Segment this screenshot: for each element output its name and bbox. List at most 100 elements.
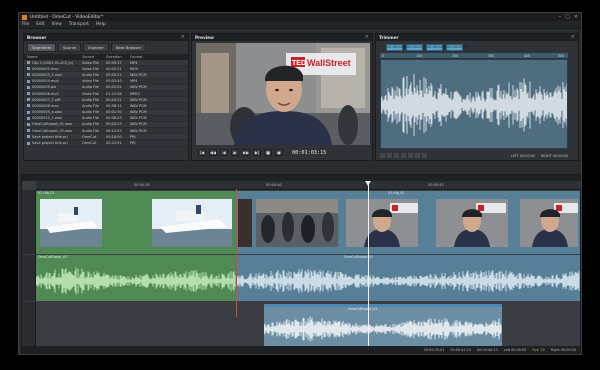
timeline-ruler-label: 00:00:45 [428,183,444,187]
play-button[interactable]: ▶ [231,149,239,156]
audio-waveform [36,267,236,295]
preview-image: TED WallStreet [196,43,370,145]
audio-clip-label: OmeCutExport_03 [348,307,378,311]
trimmer-timecodes: 00:00:01:21 00:00:01:16 00:00:04:09 00:0… [380,43,568,59]
file-source: OmeCut [82,134,97,139]
col-source[interactable]: Source [82,55,106,59]
file-icon [27,67,30,71]
col-name[interactable]: Name [27,55,82,59]
col-duration[interactable]: Duration [106,55,130,59]
file-duration: 00:03:43 [106,79,122,84]
trim-tool-icon[interactable] [394,153,399,158]
file-format: WAV PCM [130,116,147,121]
trimmer-controls: LEFT 00:00:00 RIGHT 00:00:00 [380,152,568,159]
audio-track-2-header[interactable] [22,302,36,348]
file-source: Video File [82,60,99,65]
trim-total-timecode[interactable]: 00:00:05:02 [446,44,468,51]
trim-tool-icon[interactable] [387,153,392,158]
preview-title: Preview [195,35,214,40]
trim-duration-timecode[interactable]: 00:00:01:16 [406,44,428,51]
file-source: Audio File [82,116,99,121]
trimmer-waveform[interactable] [380,59,568,149]
file-name: OmeCutExport_02.wav [27,129,82,133]
timeline[interactable]: 00:00:35 00:00:40 00:00:45 V1 clip_01 V1… [21,174,581,354]
ship-thumbnail-image [40,199,102,247]
status-fps-badge: Fps: 25 [532,347,545,352]
trimmer-ruler[interactable]: 0 100 200 300 400 500 [380,53,568,58]
stop-button[interactable]: ■ [264,149,272,156]
video-clip-blue[interactable]: V1 clip_02 [236,191,580,254]
trim-in-timecode[interactable]: 00:00:01:21 [386,44,408,51]
timeline-ruler[interactable]: 00:00:35 00:00:40 00:00:45 [36,181,581,190]
menu-transport[interactable]: Transport [69,22,89,27]
menu-edit[interactable]: Edit [36,22,44,27]
video-track-header[interactable] [22,190,36,254]
speaker-thumbnail-image [346,199,418,247]
step-back-button[interactable]: ◀ [220,149,228,156]
file-source: OmeCut [82,141,97,146]
menu-file[interactable]: File [22,22,29,27]
close-icon[interactable]: × [571,34,575,40]
status-in: 00:00:35:01 [423,347,445,352]
audio-clip-secondary[interactable]: OmeCutExport_03 [264,304,502,346]
menu-view[interactable]: View [52,22,62,27]
clip-thumbnail [256,199,338,247]
file-format: MPEG [130,91,141,96]
file-name: 00000009_a.wav [27,110,82,114]
fast-forward-button[interactable]: ▶▶ [242,149,250,156]
timeline-ruler-label: 00:00:40 [266,183,282,187]
go-to-end-button[interactable]: ▶| [253,149,261,156]
audio-waveform [264,316,502,342]
status-right: Right 00:00:00 [550,347,576,352]
tab-segments[interactable]: Segments [27,43,57,52]
speaker-thumbnail-image [520,199,578,247]
audio-waveform [236,269,580,293]
trim-tool-icon[interactable] [401,153,406,158]
trim-tool-icon[interactable] [422,153,427,158]
close-icon[interactable]: × [181,34,185,40]
rewind-button[interactable]: ◀◀ [209,149,217,156]
trimmer-right-status: RIGHT 00:00:00 [541,153,568,158]
ruler-tick: 100 [416,53,423,58]
video-clip-green[interactable]: V1 clip_01 [36,191,236,254]
trim-tool-icon[interactable] [380,153,385,158]
crowd-thumbnail-image [256,199,338,247]
preview-video-frame[interactable]: TED WallStreet [196,43,370,145]
browser-title: Browser [27,35,47,40]
trimmer-panel: Trimmer × 00:00:01:21 00:00:01:16 00:00:… [375,33,579,161]
trim-out-timecode[interactable]: 00:00:04:09 [426,44,448,51]
playhead[interactable] [368,181,369,348]
tab-beat-browser[interactable]: Beat Browser [110,43,147,52]
file-row[interactable]: Save project title.prj OmeCut 00:20:51 PRJ [24,140,188,147]
file-format: WAV PCM [130,122,147,127]
go-to-start-button[interactable]: |◀ [198,149,206,156]
status-duration: 00:00:40:23 [476,347,498,352]
trim-tool-icon[interactable] [415,153,420,158]
tab-explorer[interactable]: Explorer [83,43,109,52]
cut-marker[interactable] [236,189,237,317]
audio-clip-blue[interactable]: OmeCutExport_02 [236,255,580,301]
audio-track-header[interactable] [22,255,36,301]
menu-help[interactable]: Help [96,22,106,27]
trim-tool-icon[interactable] [408,153,413,158]
file-icon [27,85,30,89]
file-name: 00000002.mov [27,67,82,71]
file-duration: 00:08:11 [106,103,122,108]
video-clip-label: V1 clip_02 [388,191,405,195]
file-name-text: 00000003_1.wav [32,72,62,77]
audio-clip-green[interactable]: OmeCutExport_01 [36,255,236,301]
file-duration: 00:12:03 [106,128,122,133]
speaker-thumbnail-image [436,199,508,247]
file-name-text: Save project title.prj [32,141,68,146]
file-name: 00000010_1.wav [27,116,82,120]
file-format: WAV PCM [130,110,147,115]
close-icon[interactable]: × [365,34,369,40]
tab-source[interactable]: Source [58,43,82,52]
close-button[interactable]: × [574,14,578,20]
col-format[interactable]: Format [130,55,152,59]
file-name: OmeCutExport_01.wav [27,122,82,126]
minimize-button[interactable]: – [559,14,562,20]
maximize-button[interactable]: □ [565,14,570,20]
record-button[interactable]: ● [275,149,283,156]
browser-panel-header: Browser × [24,34,188,41]
